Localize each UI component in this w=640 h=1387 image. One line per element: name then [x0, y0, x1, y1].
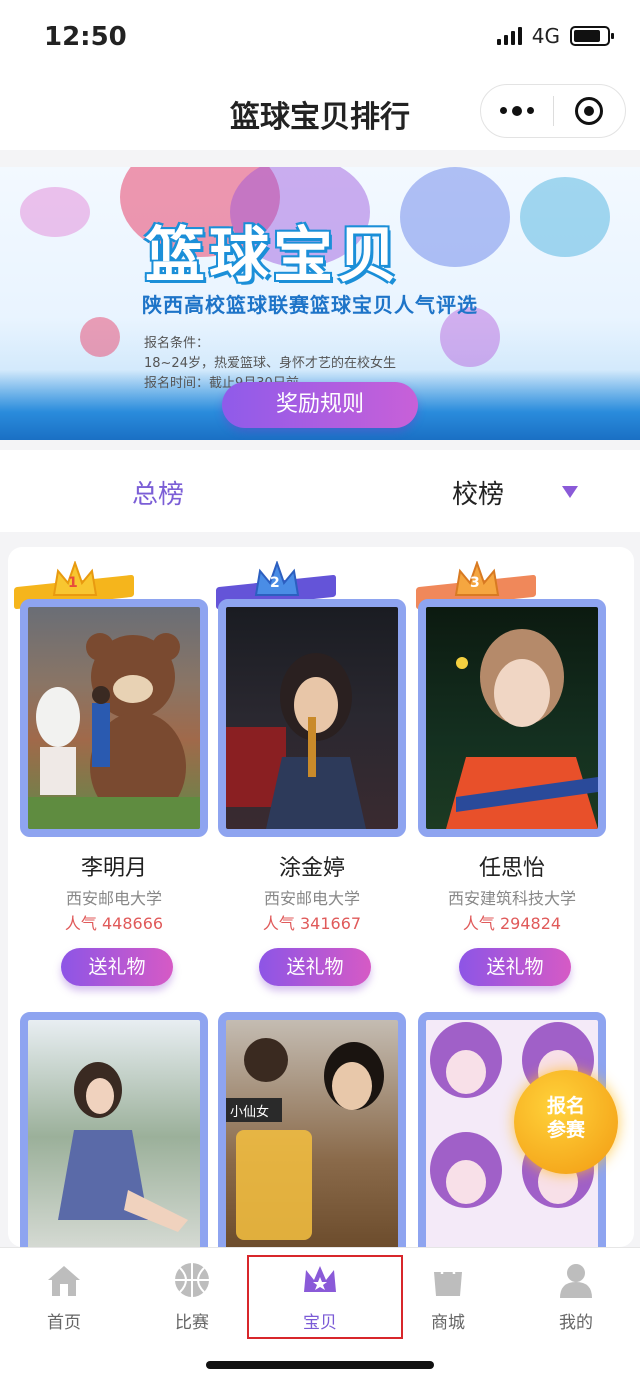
shopping-bag-icon	[434, 1262, 462, 1296]
home-icon	[48, 1266, 80, 1296]
contestant-school: 西安建筑科技大学	[447, 889, 576, 908]
photo-caption: 小仙女	[230, 1104, 269, 1120]
tab-total[interactable]: 总榜	[132, 474, 184, 511]
miniprogram-capsule	[480, 84, 626, 138]
popularity-count: 人气 341667	[262, 914, 362, 933]
tab-home[interactable]: 首页	[0, 1248, 128, 1340]
contestant-photo[interactable]: 小仙女	[218, 1012, 406, 1262]
nav-bar: 篮球宝贝排行	[0, 80, 640, 150]
tab-mine[interactable]: 我的	[512, 1248, 640, 1340]
contestant-name: 李明月	[80, 856, 147, 881]
contestant-photo[interactable]	[418, 599, 606, 837]
signal-icon	[496, 27, 522, 45]
reward-rules-button[interactable]: 奖励规则	[222, 382, 418, 428]
ranking-tabs: 总榜 校榜	[0, 450, 640, 532]
popularity-count: 人气 294824	[462, 914, 562, 933]
send-gift-button[interactable]: 送礼物	[259, 948, 371, 986]
network-label: 4G	[531, 24, 560, 48]
banner-title: 篮球宝贝	[145, 221, 401, 291]
contestant-school: 西安邮电大学	[65, 889, 162, 908]
signup-button[interactable]: 报名 参赛	[514, 1070, 618, 1174]
send-gift-button[interactable]: 送礼物	[61, 948, 173, 986]
battery-icon	[570, 26, 614, 46]
banner-subtitle: 陕西高校篮球联赛篮球宝贝人气评选	[142, 293, 478, 317]
tab-school[interactable]: 校榜	[452, 474, 504, 511]
tab-mall[interactable]: 商城	[384, 1248, 512, 1340]
contestant-photo[interactable]	[20, 1012, 208, 1262]
contestant-name: 涂金婷	[278, 856, 345, 881]
selected-tab-highlight	[247, 1255, 403, 1339]
popularity-count: 人气 448666	[64, 914, 164, 933]
contestant-name: 任思怡	[478, 856, 545, 881]
user-icon	[560, 1264, 592, 1298]
status-time: 12:50	[44, 22, 127, 52]
close-target-icon[interactable]	[554, 97, 626, 125]
contestant-school: 西安邮电大学	[263, 889, 360, 908]
status-indicators: 4G	[496, 24, 614, 48]
banner-condition-label: 报名条件：	[144, 336, 210, 351]
dropdown-arrow-icon[interactable]	[562, 486, 578, 498]
contestant-photo[interactable]	[218, 599, 406, 837]
contestant-photo[interactable]	[20, 599, 208, 837]
tab-match[interactable]: 比赛	[128, 1248, 256, 1340]
send-gift-button[interactable]: 送礼物	[459, 948, 571, 986]
basketball-icon	[175, 1263, 209, 1297]
banner-condition-text: 18~24岁，热爱篮球、身怀才艺的在校女生	[144, 356, 396, 371]
status-bar: 12:50 4G	[0, 0, 640, 80]
more-icon[interactable]	[481, 105, 553, 116]
home-indicator	[206, 1361, 434, 1369]
promo-banner: 篮球宝贝 陕西高校篮球联赛篮球宝贝人气评选 报名条件： 18~24岁，热爱篮球、…	[0, 167, 640, 440]
